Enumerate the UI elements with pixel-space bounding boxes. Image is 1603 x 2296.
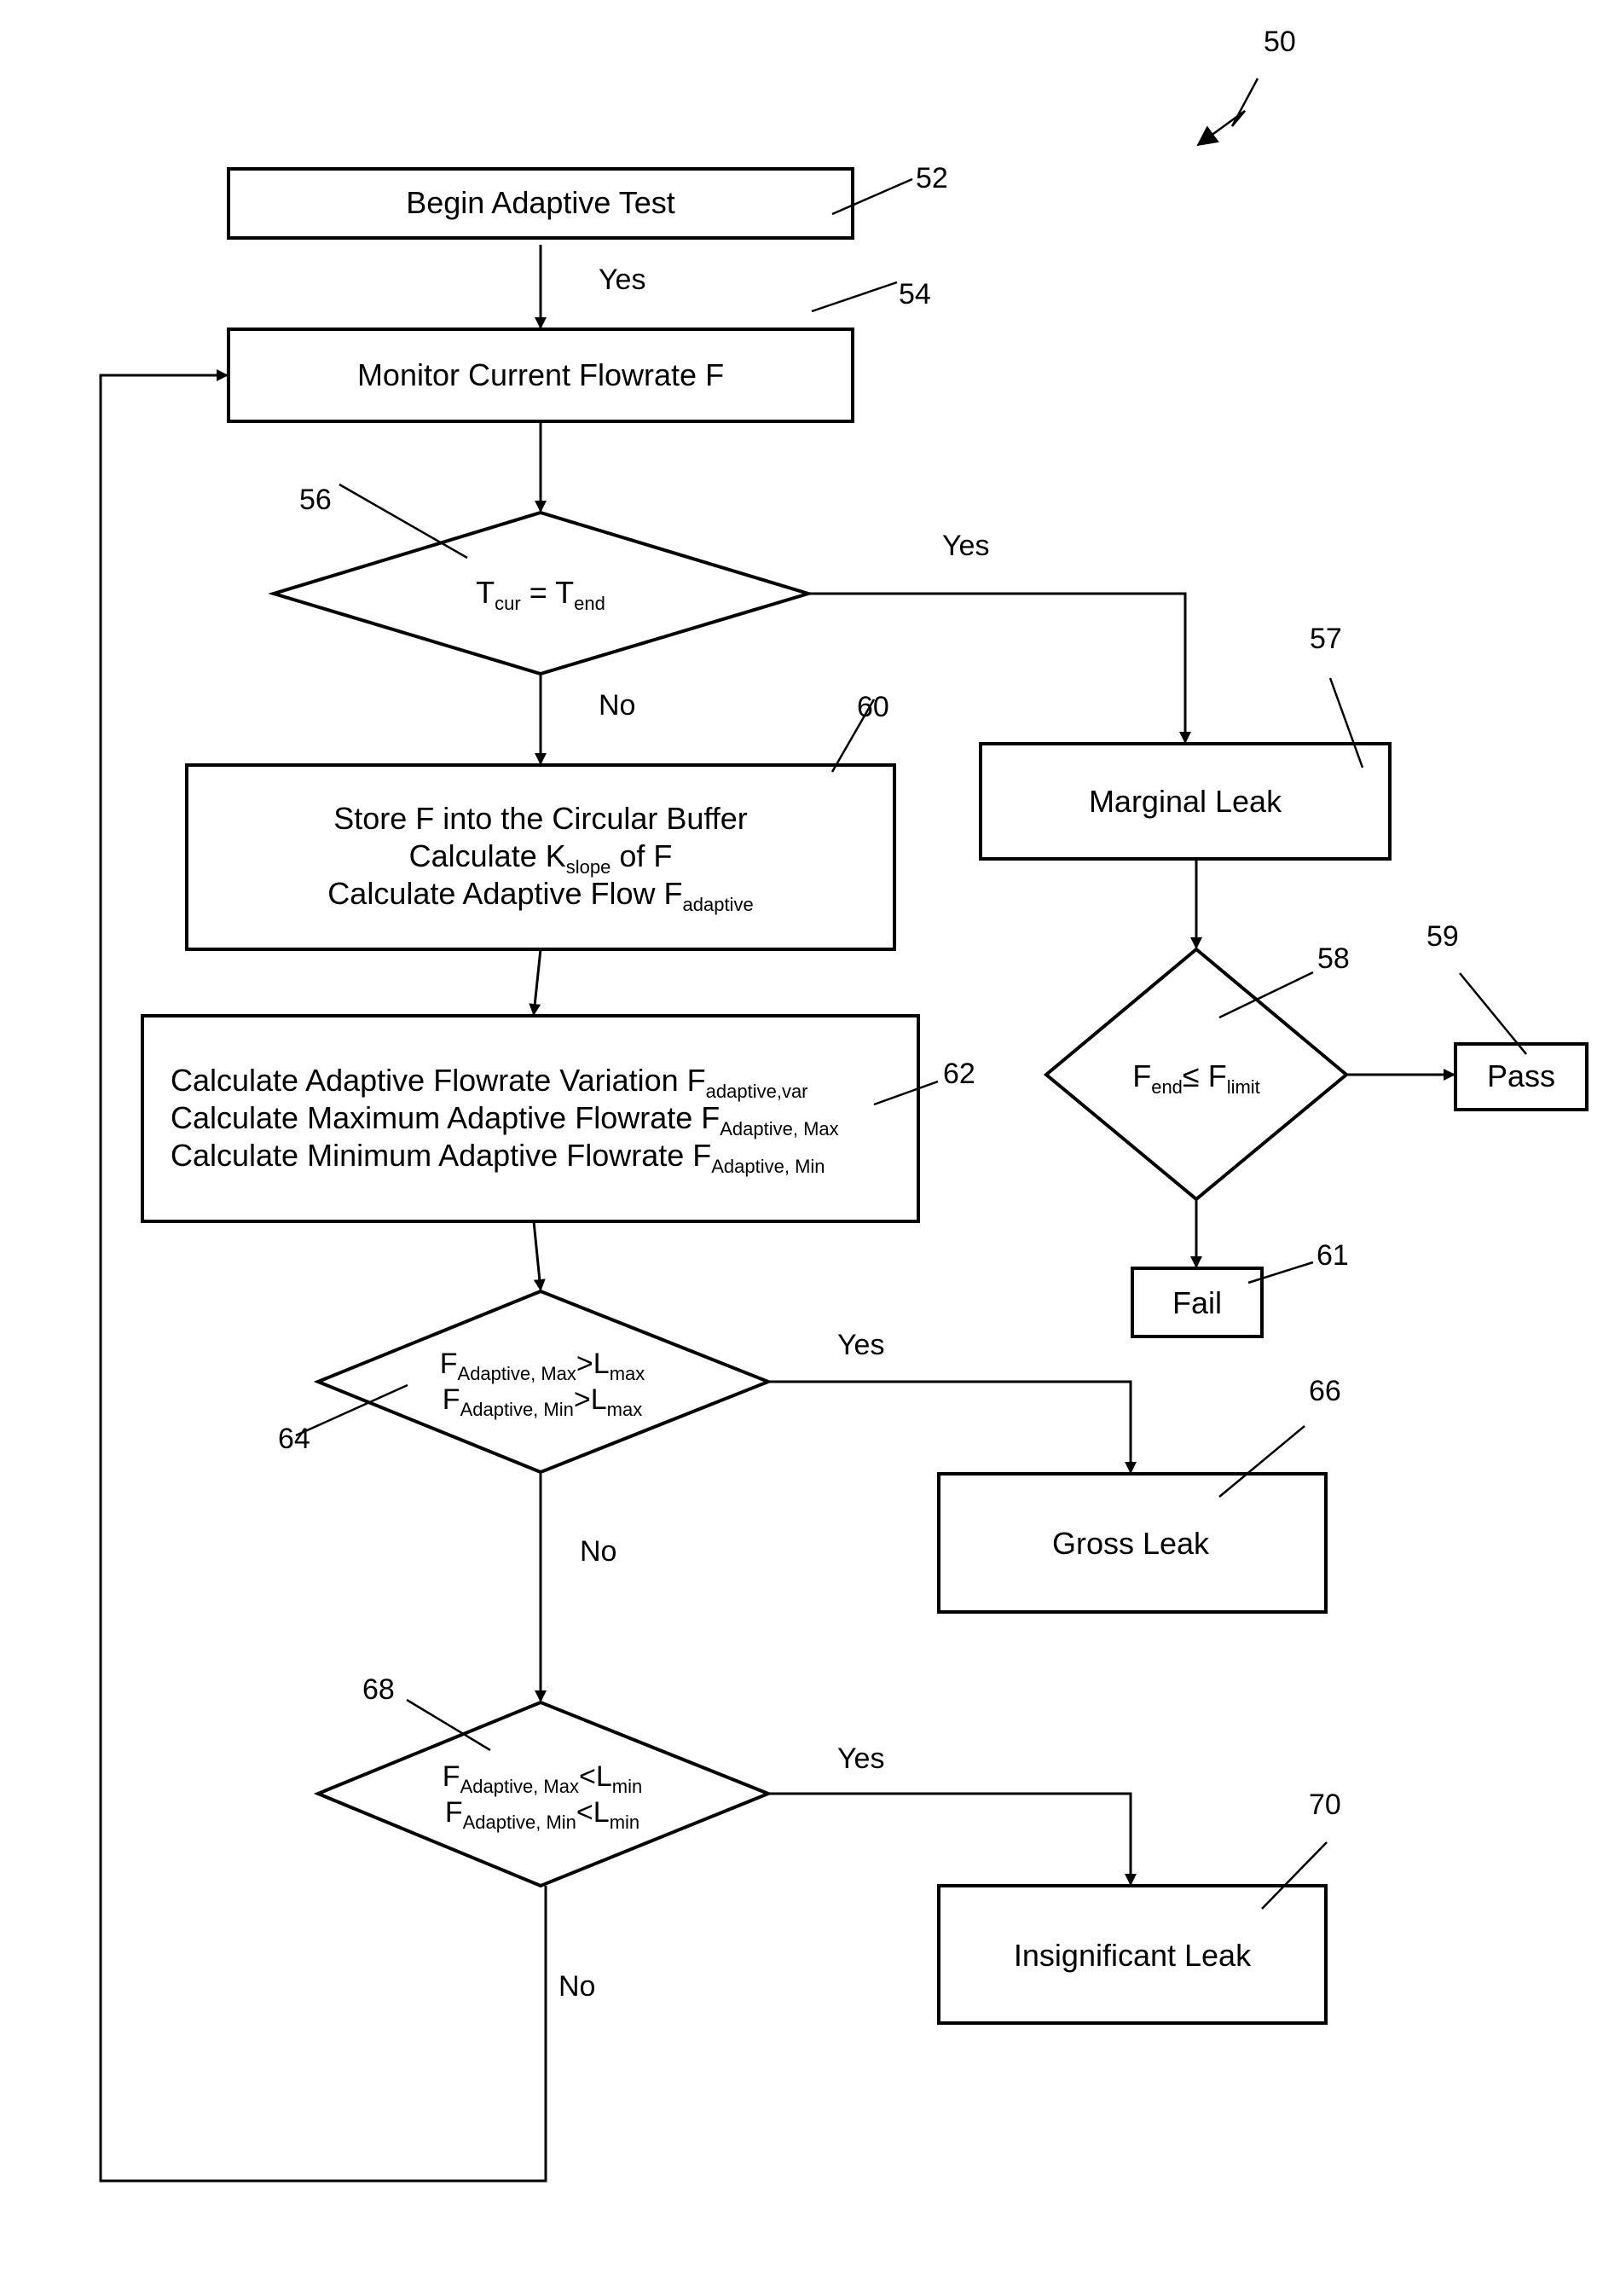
ref-52: 52	[916, 162, 948, 194]
pass-text: Pass	[1486, 1058, 1556, 1093]
calc-line-1-pre: Calculate Adaptive Flowrate Variation F	[171, 1063, 706, 1098]
limit-rhs: F	[1207, 1058, 1227, 1093]
edge-label-insig-no: No	[558, 1970, 596, 2003]
insig-cond-1-op: <	[578, 1760, 596, 1793]
time-rhs: T	[555, 575, 575, 610]
leader-62	[873, 1080, 939, 1106]
decision-insig-text: FAdaptive, Max<Lmin FAdaptive, Min<Lmin	[442, 1759, 642, 1833]
arrow-store-to-calc	[529, 948, 542, 1016]
ref-64: 64	[278, 1423, 310, 1455]
edge-label-time-yes: Yes	[942, 530, 990, 562]
gross-cond-1-f: F	[439, 1348, 458, 1380]
gross-cond-2-l: L	[590, 1383, 607, 1416]
arrow-insig-yes-to-insig-leak	[768, 1792, 1137, 1886]
limit-lhs: F	[1132, 1058, 1152, 1093]
leader-70	[1261, 1841, 1328, 1910]
decision-gross-text: FAdaptive, Max>Lmax FAdaptive, Min>Lmax	[439, 1346, 645, 1420]
ref-59: 59	[1426, 920, 1459, 953]
store-line-2-post: of F	[611, 838, 673, 873]
ref-68: 68	[362, 1673, 395, 1706]
store-line-2-pre: Calculate K	[408, 838, 566, 873]
loop-back-arrow	[99, 369, 547, 2183]
insig-cond-2-lsub: min	[609, 1812, 640, 1833]
leader-54	[811, 281, 898, 313]
edge-label-time-no: No	[599, 689, 636, 722]
marginal-leak-text: Marginal Leak	[1088, 784, 1282, 819]
gross-leak-text: Gross Leak	[1051, 1526, 1210, 1561]
limit-lhs-sub: end	[1151, 1076, 1183, 1098]
time-op: =	[520, 575, 556, 610]
limit-rhs-sub: limit	[1226, 1076, 1260, 1098]
gross-cond-2-op: >	[573, 1383, 591, 1416]
leader-61	[1247, 1261, 1314, 1284]
ref-66: 66	[1309, 1375, 1341, 1407]
leader-68	[406, 1698, 491, 1752]
calc-line-3: Calculate Minimum Adaptive Flowrate FAda…	[171, 1137, 839, 1177]
store-line-3: Calculate Adaptive Flow Fadaptive	[327, 875, 754, 915]
insig-cond-1: FAdaptive, Max<Lmin	[442, 1759, 642, 1796]
ref-60: 60	[857, 691, 889, 723]
ref-70: 70	[1309, 1789, 1341, 1821]
calc-line-2-pre: Calculate Maximum Adaptive Flowrate F	[171, 1100, 720, 1135]
edge-label-gross-yes: Yes	[837, 1329, 885, 1361]
store-line-1: Store F into the Circular Buffer	[333, 801, 748, 836]
time-rhs-sub: end	[574, 593, 605, 614]
gross-cond-1: FAdaptive, Max>Lmax	[439, 1346, 645, 1383]
gross-cond-1-l: L	[593, 1348, 610, 1380]
store-line-3-sub: adaptive	[682, 894, 754, 915]
leader-66	[1218, 1425, 1305, 1498]
ref-61: 61	[1317, 1239, 1349, 1272]
ref-54: 54	[899, 278, 931, 310]
gross-cond-2: FAdaptive, Min>Lmax	[440, 1382, 645, 1420]
leader-56	[339, 483, 468, 560]
store-line-2: Calculate Kslope of F	[327, 838, 753, 877]
insig-cond-2-fsub: Adaptive, Min	[462, 1812, 576, 1833]
insig-cond-1-l: L	[595, 1760, 612, 1793]
decision-time-text: Tcur = Tend	[476, 574, 605, 614]
insig-cond-2-op: <	[576, 1796, 593, 1829]
ref-57: 57	[1310, 623, 1342, 655]
figure-reference-number: 50	[1264, 26, 1296, 58]
gross-cond-2-f: F	[442, 1383, 460, 1416]
leader-52	[831, 177, 913, 216]
edge-label-insig-yes: Yes	[837, 1742, 885, 1775]
arrow-gross-yes-to-gross-leak	[768, 1380, 1137, 1474]
insig-cond-2: FAdaptive, Min<Lmin	[443, 1794, 642, 1833]
arrow-calc-to-gross-decision	[532, 1220, 546, 1291]
ref-62: 62	[943, 1058, 975, 1090]
monitor-box-text: Monitor Current Flowrate F	[356, 357, 725, 392]
edge-label-gross-no: No	[580, 1535, 617, 1568]
insignificant-leak-text: Insignificant Leak	[1013, 1938, 1252, 1973]
calc-line-3-pre: Calculate Minimum Adaptive Flowrate F	[171, 1138, 712, 1173]
gross-cond-2-fsub: Adaptive, Min	[460, 1399, 574, 1420]
leader-59	[1459, 972, 1527, 1055]
store-box-text: Store F into the Circular Buffer Calcula…	[327, 800, 754, 915]
store-line-3-pre: Calculate Adaptive Flow F	[327, 876, 683, 911]
time-lhs-sub: cur	[495, 593, 521, 614]
gross-cond-1-op: >	[576, 1348, 593, 1380]
calc-line-3-sub: Adaptive, Min	[711, 1156, 825, 1177]
insig-cond-1-f: F	[442, 1760, 460, 1793]
figure-reference-arrow	[1196, 78, 1259, 147]
calc-line-1: Calculate Adaptive Flowrate Variation Fa…	[171, 1062, 839, 1101]
ref-56: 56	[299, 484, 332, 516]
edge-label-begin-yes: Yes	[599, 264, 646, 296]
calc-line-2: Calculate Maximum Adaptive Flowrate FAda…	[171, 1099, 839, 1139]
begin-box-text: Begin Adaptive Test	[406, 185, 675, 220]
insig-cond-2-f: F	[444, 1796, 463, 1829]
ref-58: 58	[1317, 942, 1350, 975]
gross-cond-2-lsub: max	[606, 1399, 643, 1420]
limit-op: ≤	[1182, 1058, 1208, 1093]
fail-text: Fail	[1172, 1285, 1223, 1320]
calc-box-text: Calculate Adaptive Flowrate Variation Fa…	[171, 1062, 839, 1177]
leader-57	[1328, 677, 1364, 768]
time-lhs: T	[476, 575, 495, 610]
decision-limit-text: Fend≤ Flimit	[1132, 1058, 1260, 1098]
insig-cond-2-l: L	[593, 1796, 610, 1829]
